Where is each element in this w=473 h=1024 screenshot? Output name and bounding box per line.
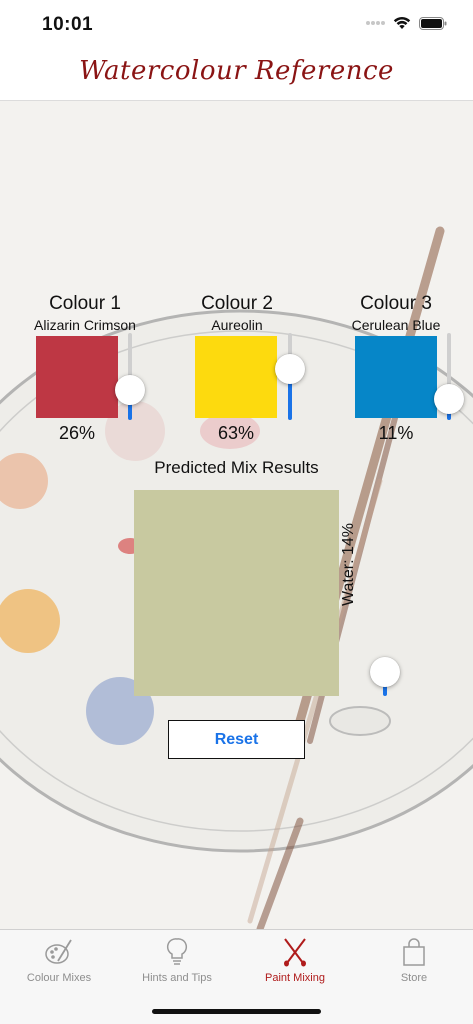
colour-1-slider-thumb[interactable] (115, 375, 145, 406)
tab-bar: Colour Mixes Hints and Tips Paint Mixing (0, 929, 473, 1024)
signal-icon (366, 21, 385, 25)
colour-2-name[interactable]: Aureolin (157, 317, 317, 333)
colour-3-percent: 11% (378, 423, 414, 443)
colour-1-swatch[interactable] (36, 336, 118, 418)
colour-3-slider[interactable] (434, 333, 464, 420)
status-time: 10:01 (42, 14, 94, 35)
palette-brush-icon (39, 936, 79, 968)
colour-3-title: Colour 3 (360, 293, 432, 314)
crossed-brushes-icon (275, 936, 315, 968)
colour-3-name[interactable]: Cerulean Blue (316, 317, 473, 333)
wifi-icon (393, 16, 411, 29)
tab-colour-mixes[interactable]: Colour Mixes (0, 936, 118, 992)
tab-hints-and-tips[interactable]: Hints and Tips (118, 936, 236, 992)
tab-paint-mixing-label: Paint Mixing (265, 972, 325, 984)
colour-2-slider-thumb[interactable] (275, 354, 305, 385)
lightbulb-icon (157, 936, 197, 968)
tab-paint-mixing[interactable]: Paint Mixing (236, 936, 354, 992)
shopping-bag-icon (394, 936, 434, 968)
colour-1-title: Colour 1 (49, 293, 121, 314)
colour-1-name[interactable]: Alizarin Crimson (5, 317, 165, 333)
reset-button[interactable]: Reset (168, 720, 305, 759)
paint-mixing-screen: Colour 1 Alizarin Crimson 26% Colour 2 A… (0, 101, 473, 929)
colour-3-slider-thumb[interactable] (434, 383, 464, 414)
colour-2-swatch[interactable] (195, 336, 277, 418)
reset-button-label: Reset (214, 730, 259, 748)
colour-2-title: Colour 2 (201, 293, 273, 314)
water-slider-thumb[interactable] (370, 656, 400, 687)
battery-icon (419, 16, 447, 30)
status-icons (365, 16, 447, 30)
colour-3-swatch[interactable] (355, 336, 437, 418)
colour-2-slider[interactable] (275, 333, 305, 420)
water-slider[interactable] (370, 601, 400, 696)
home-indicator (152, 1009, 321, 1014)
water-label: Water: 14% (340, 523, 358, 606)
status-bar: 10:01 (0, 0, 473, 50)
tab-hints-and-tips-label: Hints and Tips (142, 972, 212, 984)
colour-2-percent: 63% (217, 423, 255, 443)
mix-result-swatch (134, 490, 339, 696)
tab-store[interactable]: Store (355, 936, 473, 992)
colour-1-slider[interactable] (115, 333, 145, 420)
tab-colour-mixes-label: Colour Mixes (26, 972, 92, 984)
app-title: Watercolour Reference (79, 56, 394, 86)
nav-bar: Watercolour Reference (0, 50, 473, 101)
tab-store-label: Store (400, 972, 428, 984)
colour-1-percent: 26% (58, 423, 96, 443)
mix-results-title: Predicted Mix Results (154, 458, 319, 477)
